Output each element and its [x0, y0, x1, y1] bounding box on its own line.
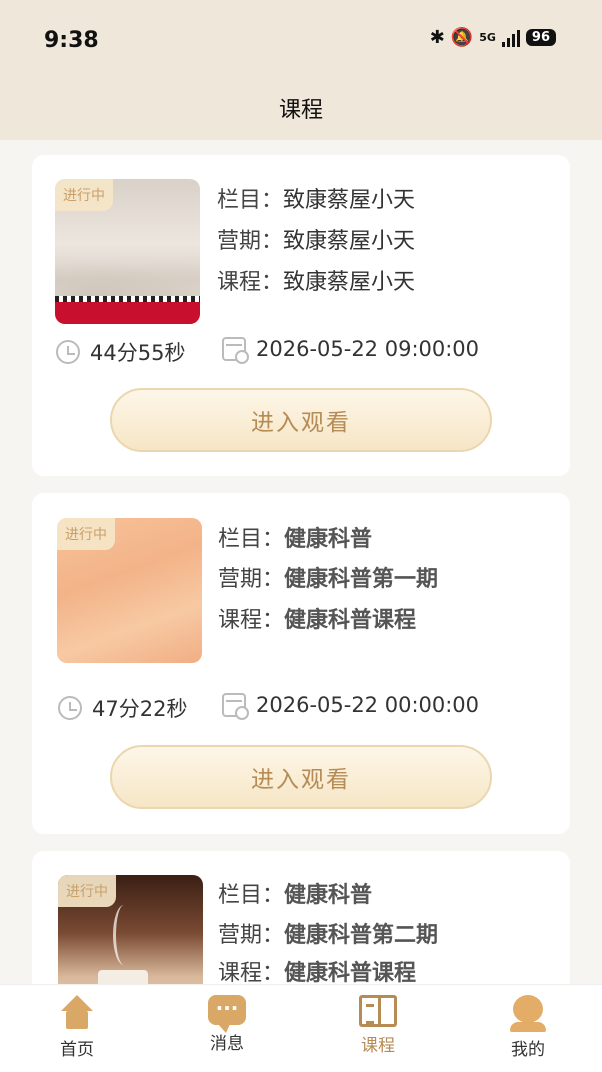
status-badge: 进行中 — [55, 179, 113, 211]
tab-label: 课程 — [361, 1036, 395, 1056]
course-label: 课程： — [217, 270, 284, 295]
header: 课程 — [0, 80, 602, 140]
enter-watch-button[interactable]: 进入观看 — [110, 388, 492, 452]
tab-profile[interactable]: 我的 — [468, 995, 588, 1060]
period-label: 营期： — [218, 567, 285, 592]
course-label: 课程： — [218, 961, 285, 986]
course-thumbnail[interactable]: 进行中 — [58, 875, 203, 1001]
column-row: 栏目：健康科普 — [218, 529, 372, 551]
period-value: 健康科普第一期 — [284, 567, 439, 592]
tab-home[interactable]: 首页 — [17, 995, 137, 1060]
status-badge: 进行中 — [58, 875, 116, 907]
status-time: 9:38 — [44, 28, 99, 53]
schedule-datetime: 2026-05-22 09:00:00 — [222, 337, 480, 364]
course-thumbnail[interactable]: 进行中 — [57, 518, 202, 663]
course-row: 课程：健康科普课程 — [218, 610, 416, 632]
column-label: 栏目： — [217, 188, 284, 213]
tab-messages[interactable]: 消息 — [167, 995, 287, 1054]
network-label: 5G — [479, 31, 496, 44]
calendar-icon — [222, 337, 249, 364]
course-value: 健康科普课程 — [284, 608, 417, 633]
duration-value: 47分22秒 — [92, 697, 188, 721]
bottom-tab-bar: 首页 消息 课程 我的 — [0, 984, 602, 1072]
column-value: 健康科普 — [284, 527, 373, 552]
status-icons: ✱ 🔕 5G 96 — [430, 27, 556, 48]
course-card: 进行中 栏目：健康科普 营期：健康科普第一期 课程：健康科普课程 47分22秒 … — [32, 493, 570, 834]
tab-label: 首页 — [60, 1040, 94, 1060]
course-thumbnail[interactable]: 进行中 — [55, 179, 200, 324]
column-row: 栏目：健康科普 — [218, 885, 372, 907]
mute-icon: 🔕 — [450, 27, 474, 48]
message-icon — [208, 995, 246, 1033]
schedule-datetime: 2026-05-22 00:00:00 — [222, 693, 480, 720]
column-value: 健康科普 — [284, 883, 373, 908]
profile-icon — [509, 995, 547, 1032]
status-bar: 9:38 ✱ 🔕 5G 96 — [0, 0, 602, 80]
course-label: 课程： — [218, 608, 285, 633]
battery-icon: 96 — [525, 29, 556, 46]
duration-value: 44分55秒 — [90, 341, 186, 365]
status-badge: 进行中 — [57, 518, 115, 550]
enter-watch-button[interactable]: 进入观看 — [110, 745, 492, 809]
duration: 44分55秒 — [56, 337, 185, 367]
datetime-value: 2026-05-22 00:00:00 — [256, 693, 480, 717]
period-label: 营期： — [217, 229, 284, 254]
period-value: 健康科普第二期 — [284, 923, 439, 948]
bluetooth-icon: ✱ — [429, 27, 445, 48]
column-value: 致康蔡屋小天 — [283, 188, 416, 213]
duration: 47分22秒 — [58, 693, 187, 723]
datetime-value: 2026-05-22 09:00:00 — [256, 337, 480, 361]
home-icon — [58, 995, 96, 1031]
course-row: 课程：致康蔡屋小天 — [217, 272, 415, 294]
clock-icon — [56, 340, 80, 364]
column-label: 栏目： — [218, 527, 285, 552]
course-book-icon — [359, 995, 397, 1027]
period-row: 营期：致康蔡屋小天 — [217, 231, 415, 253]
tab-label: 我的 — [511, 1040, 545, 1060]
course-card: 进行中 栏目：健康科普 营期：健康科普第二期 课程：健康科普课程 — [32, 851, 570, 1001]
calendar-icon — [222, 693, 249, 720]
page-title: 课程 — [278, 98, 323, 123]
tab-courses[interactable]: 课程 — [318, 995, 438, 1056]
column-row: 栏目：致康蔡屋小天 — [217, 190, 415, 212]
signal-icon — [501, 29, 520, 47]
course-value: 致康蔡屋小天 — [283, 270, 416, 295]
period-label: 营期： — [218, 923, 285, 948]
course-card: 进行中 栏目：致康蔡屋小天 营期：致康蔡屋小天 课程：致康蔡屋小天 44分55秒… — [32, 155, 570, 476]
course-value: 健康科普课程 — [284, 961, 417, 986]
period-row: 营期：健康科普第二期 — [218, 925, 438, 947]
clock-icon — [58, 696, 82, 720]
column-label: 栏目： — [218, 883, 285, 908]
period-row: 营期：健康科普第一期 — [218, 569, 438, 591]
course-row: 课程：健康科普课程 — [218, 963, 416, 985]
period-value: 致康蔡屋小天 — [283, 229, 416, 254]
